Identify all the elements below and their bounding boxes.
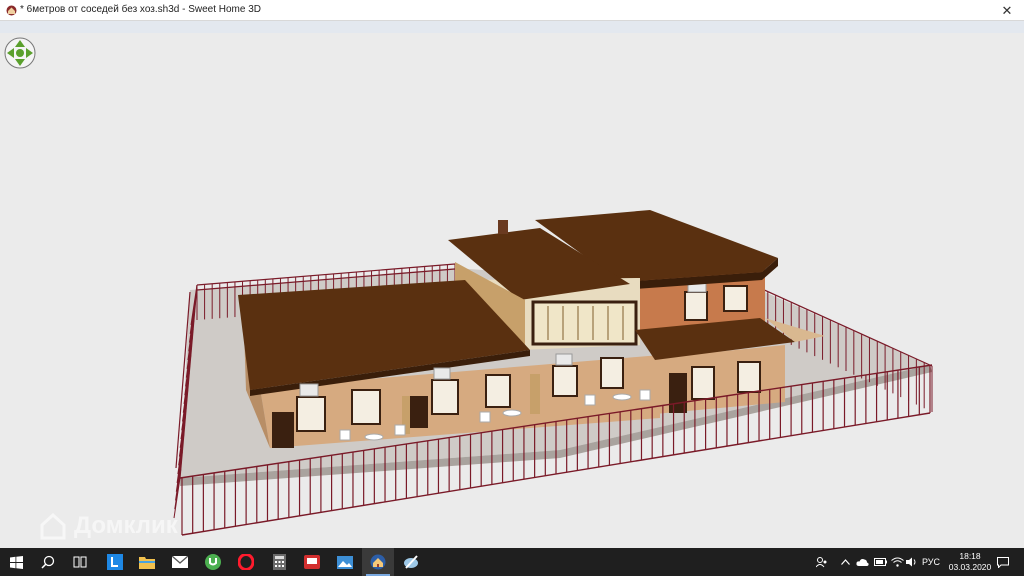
start-icon <box>9 555 23 569</box>
navigation-arrows-icon[interactable] <box>4 37 36 69</box>
drawing-app-icon <box>404 555 418 569</box>
notifications-button[interactable] <box>992 548 1014 576</box>
3d-view[interactable]: Домклик <box>0 33 1024 548</box>
task-view-button[interactable] <box>64 548 96 576</box>
clock[interactable]: 18:18 03.03.2020 <box>948 551 992 573</box>
sweet-home-3d-app-icon <box>6 5 17 16</box>
search-icon <box>41 555 55 569</box>
cloud-icon <box>855 559 869 566</box>
sweet-home-3d-icon <box>370 554 386 570</box>
taskbar-sweet-home-3d[interactable] <box>362 548 394 576</box>
title-bar: * 6метров от соседей без хоз.sh3d - Swee… <box>0 0 1024 21</box>
window-upper-right <box>723 285 748 312</box>
language-indicator[interactable]: РУС <box>920 548 942 576</box>
clock-time: 18:18 <box>959 551 981 561</box>
file-explorer-icon <box>139 557 155 569</box>
domclick-logo-icon <box>40 512 66 540</box>
search-button[interactable] <box>32 548 64 576</box>
opera-icon <box>238 554 254 570</box>
close-button[interactable]: ✕ <box>990 0 1024 21</box>
people-button[interactable] <box>812 548 832 576</box>
toolbar-strip <box>0 21 1024 33</box>
taskbar-utorrent[interactable] <box>197 548 229 576</box>
taskbar-drawing-app[interactable] <box>395 548 427 576</box>
taskbar-opera[interactable] <box>230 548 262 576</box>
clock-date: 03.03.2020 <box>948 562 992 572</box>
calculator-icon <box>272 554 286 570</box>
cloud-tray[interactable] <box>854 548 870 576</box>
window-upper-middle <box>684 291 708 321</box>
l-app-icon <box>107 554 123 570</box>
people-icon <box>816 557 827 568</box>
taskbar-presentation[interactable] <box>296 548 328 576</box>
house-3d-model[interactable] <box>0 33 1024 548</box>
close-icon: ✕ <box>1001 2 1013 18</box>
window-title: * 6метров от соседей без хоз.sh3d - Swee… <box>20 4 262 15</box>
wifi-icon <box>890 557 904 567</box>
battery-tray[interactable] <box>872 548 888 576</box>
volume-icon <box>906 557 916 567</box>
chevron-up-icon <box>840 559 850 565</box>
mail-icon <box>172 556 188 568</box>
taskbar-file-explorer[interactable] <box>131 548 163 576</box>
taskbar-image-viewer[interactable] <box>329 548 361 576</box>
start-button[interactable] <box>0 548 32 576</box>
task-view-icon <box>73 556 87 568</box>
watermark-text: Домклик <box>74 512 178 539</box>
image-viewer-icon <box>337 555 353 569</box>
taskbar-app-l[interactable] <box>99 548 131 576</box>
presentation-app-icon <box>304 555 320 569</box>
taskbar-calculator[interactable] <box>263 548 295 576</box>
utorrent-icon <box>205 554 221 570</box>
taskbar-mail[interactable] <box>164 548 196 576</box>
wifi-tray[interactable] <box>889 548 905 576</box>
battery-icon <box>873 558 887 566</box>
taskbar: РУС 18:18 03.03.2020 <box>0 548 1024 576</box>
watermark: Домклик <box>38 511 178 541</box>
chimney <box>498 220 508 234</box>
volume-tray[interactable] <box>905 548 919 576</box>
notification-icon <box>997 556 1009 568</box>
show-hidden-icons-button[interactable] <box>838 548 852 576</box>
